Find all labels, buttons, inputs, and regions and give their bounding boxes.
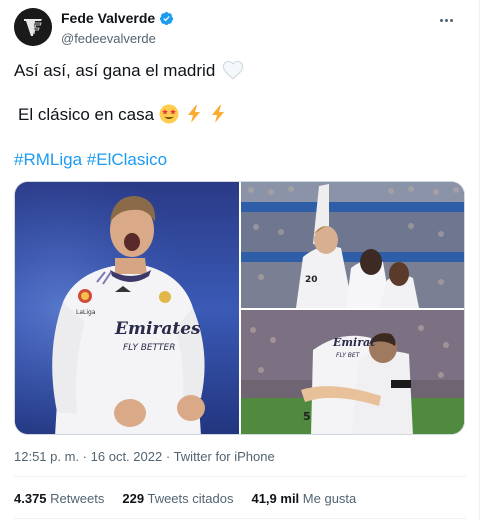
svg-text:FLY BETTER: FLY BETTER (123, 343, 175, 353)
tweet-text-1: Así así, así gana el madrid (14, 61, 216, 80)
svg-text:Emirates: Emirates (114, 319, 201, 339)
hashtag-rmliga[interactable]: #RMLiga (14, 150, 82, 169)
tweet-meta: 12:51 p. m. · 16 oct. 2022 · Twitter for… (14, 449, 275, 464)
fv-logo-icon (14, 8, 52, 46)
players-hugging-image: 20 (241, 182, 464, 308)
svg-text:LaLiga: LaLiga (76, 309, 96, 316)
media-photo-2[interactable]: 20 (241, 182, 464, 308)
tweet-header: Fede Valverde @fedeevalverde (14, 8, 474, 48)
likes-count: 41,9 mil (251, 491, 300, 506)
players-embracing-image: Emirat FLY BET 5 (241, 310, 464, 434)
tweet-date[interactable]: 16 oct. 2022 (91, 449, 163, 464)
more-dot-icon (449, 18, 453, 22)
player-celebrating-image: Emirates FLY BETTER LaLiga (15, 182, 239, 434)
tweet-source[interactable]: Twitter for iPhone (174, 449, 275, 464)
retweets-stat[interactable]: 4.375 Retweets (14, 491, 104, 506)
tweet-timestamp[interactable]: 12:51 p. m. · 16 oct. 2022 (14, 449, 162, 464)
author-avatar[interactable] (14, 8, 52, 46)
verified-badge-icon (160, 11, 174, 25)
more-options-button[interactable] (434, 10, 458, 30)
high-voltage-emoji-icon (212, 105, 225, 123)
more-dot-icon (444, 18, 448, 22)
quotes-count: 229 (122, 491, 145, 506)
media-grid: Emirates FLY BETTER LaLiga 20 Emirat FLY… (14, 181, 465, 435)
svg-text:20: 20 (305, 275, 318, 285)
tweet-time[interactable]: 12:51 p. m. (14, 449, 79, 464)
divider (14, 476, 466, 477)
svg-text:FLY BET: FLY BET (336, 352, 361, 359)
likes-label: Me gusta (302, 491, 357, 506)
tweet-text-2: El clásico en casa (18, 105, 155, 124)
display-name-text[interactable]: Fede Valverde (61, 10, 155, 26)
tweet-stats: 4.375 Retweets 229 Tweets citados 41,9 m… (14, 491, 356, 506)
tweet-text-line-1: Así así, así gana el madrid (14, 60, 244, 82)
author-names: Fede Valverde @fedeevalverde (61, 10, 174, 46)
more-dot-icon (439, 18, 443, 22)
quote-tweets-stat[interactable]: 229 Tweets citados (122, 491, 233, 506)
svg-text:5: 5 (303, 410, 311, 423)
white-heart-icon (222, 60, 244, 80)
author-display-name[interactable]: Fede Valverde (61, 10, 174, 26)
hashtag-elclasico[interactable]: #ElClasico (87, 150, 167, 169)
likes-stat[interactable]: 41,9 mil Me gusta (251, 491, 356, 506)
star-struck-emoji-icon (159, 104, 179, 124)
retweets-count: 4.375 (14, 491, 47, 506)
svg-text:Emirat: Emirat (332, 336, 375, 349)
meta-separator: · (165, 449, 171, 464)
divider (14, 518, 466, 519)
tweet-hashtags: #RMLiga #ElClasico (14, 149, 167, 171)
retweets-label: Retweets (50, 491, 105, 506)
author-handle[interactable]: @fedeevalverde (61, 31, 174, 46)
tweet-text-line-2: El clásico en casa (18, 104, 228, 126)
high-voltage-emoji-icon (187, 105, 200, 123)
tweet-card: Fede Valverde @fedeevalverde Así así, as… (0, 0, 480, 520)
meta-separator: · (82, 449, 88, 464)
media-photo-1[interactable]: Emirates FLY BETTER LaLiga (15, 182, 239, 434)
quotes-label: Tweets citados (147, 491, 234, 506)
media-photo-3[interactable]: Emirat FLY BET 5 (241, 310, 464, 434)
